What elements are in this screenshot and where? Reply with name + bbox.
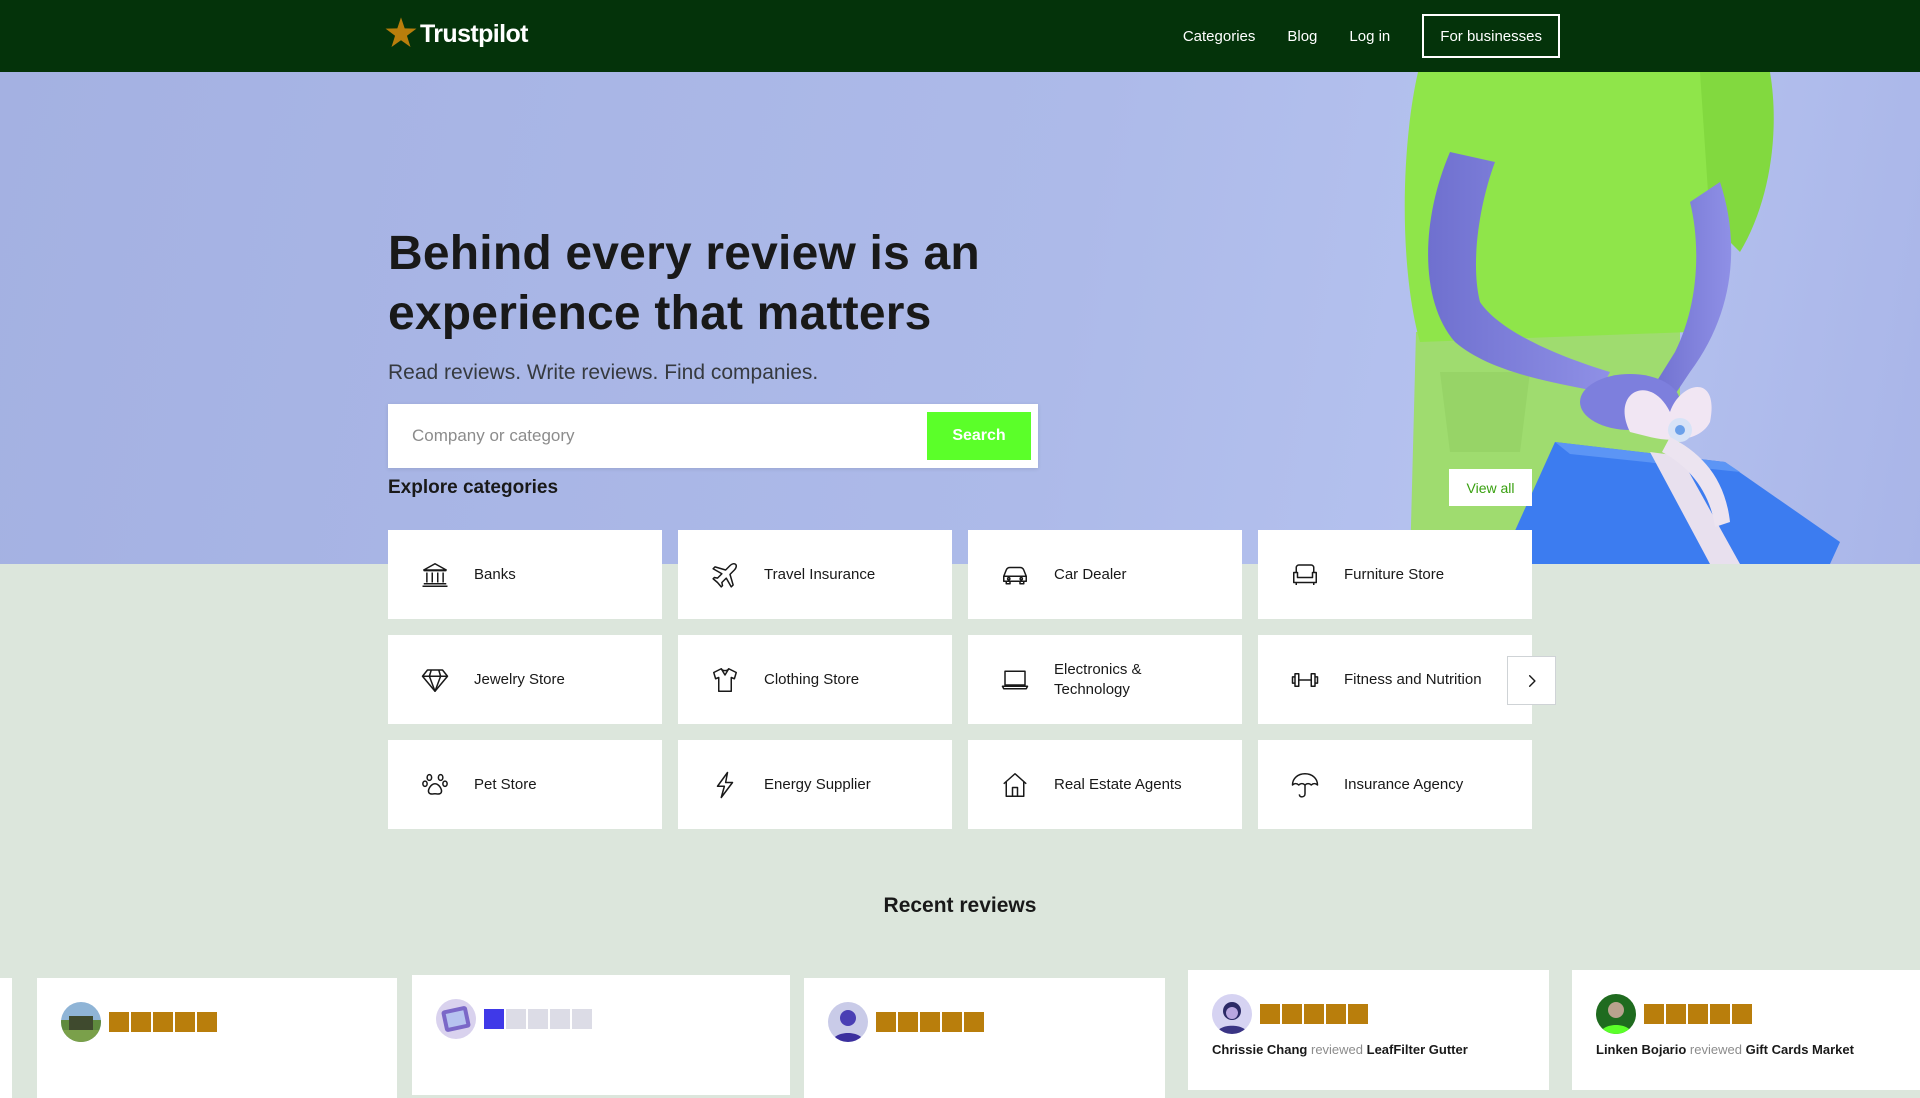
category-label: Fitness and Nutrition bbox=[1344, 670, 1482, 688]
for-businesses-button[interactable]: For businesses bbox=[1422, 14, 1560, 58]
reviewer-avatar bbox=[436, 999, 476, 1039]
category-label: Insurance Agency bbox=[1344, 775, 1464, 793]
airplane-icon bbox=[712, 562, 738, 588]
house-icon bbox=[1003, 772, 1027, 797]
category-card-fitness-nutrition[interactable]: Fitness and Nutrition bbox=[1258, 635, 1532, 724]
star-filled-icon bbox=[1326, 1004, 1346, 1024]
logo-text: Trustpilot bbox=[420, 20, 528, 48]
star-filled-icon bbox=[1732, 1004, 1752, 1024]
category-label: Pet Store bbox=[474, 775, 537, 793]
category-card-banks[interactable]: Banks bbox=[388, 530, 662, 619]
star-filled-icon bbox=[898, 1012, 918, 1032]
bank-icon bbox=[422, 562, 448, 587]
category-label: Real Estate Agents bbox=[1054, 775, 1182, 793]
view-all-categories-button[interactable]: View all bbox=[1449, 469, 1532, 506]
star-filled-icon bbox=[175, 1012, 195, 1032]
review-card[interactable]: Chrissie Chang reviewed LeafFilter Gutte… bbox=[1188, 970, 1549, 1090]
star-rating bbox=[1260, 1004, 1370, 1024]
category-label: Energy Supplier bbox=[764, 775, 871, 793]
star-filled-icon bbox=[197, 1012, 217, 1032]
star-rating bbox=[1644, 1004, 1754, 1024]
category-label: Banks bbox=[474, 565, 516, 583]
category-card-energy-supplier[interactable]: Energy Supplier bbox=[678, 740, 952, 829]
star-filled-icon bbox=[920, 1012, 940, 1032]
star-filled-icon bbox=[1260, 1004, 1280, 1024]
star-filled-icon bbox=[484, 1009, 504, 1029]
star-filled-icon bbox=[109, 1012, 129, 1032]
review-card[interactable] bbox=[804, 978, 1165, 1098]
top-nav: Trustpilot Categories Blog Log in For bu… bbox=[0, 0, 1920, 72]
lightning-icon bbox=[716, 771, 734, 798]
category-card-clothing-store[interactable]: Clothing Store bbox=[678, 635, 952, 724]
nav-link-categories[interactable]: Categories bbox=[1183, 28, 1256, 45]
hero-section: Behind every review is an experience tha… bbox=[0, 72, 1920, 564]
star-filled-icon bbox=[1688, 1004, 1708, 1024]
category-card-pet-store[interactable]: Pet Store bbox=[388, 740, 662, 829]
category-label: Jewelry Store bbox=[474, 670, 565, 688]
search-input[interactable] bbox=[388, 404, 928, 468]
chevron-right-icon bbox=[1528, 674, 1536, 687]
logo-star-icon bbox=[385, 17, 417, 48]
category-card-insurance-agency[interactable]: Insurance Agency bbox=[1258, 740, 1532, 829]
category-label: Furniture Store bbox=[1344, 565, 1445, 583]
diamond-icon bbox=[421, 668, 449, 692]
star-filled-icon bbox=[876, 1012, 896, 1032]
trustpilot-logo[interactable]: Trustpilot bbox=[384, 16, 528, 50]
categories-grid: Banks Travel Insurance Car Dealer Furnit… bbox=[388, 530, 1532, 829]
category-card-electronics-technology[interactable]: Electronics & Technology bbox=[968, 635, 1242, 724]
star-empty-icon bbox=[506, 1009, 526, 1029]
categories-next-button[interactable] bbox=[1507, 656, 1556, 705]
star-rating bbox=[876, 1012, 986, 1032]
review-card[interactable]: Linken Bojario reviewed Gift Cards Marke… bbox=[1572, 970, 1920, 1090]
review-card[interactable] bbox=[412, 975, 790, 1095]
laptop-icon bbox=[1001, 670, 1029, 689]
explore-categories-title: Explore categories bbox=[388, 477, 559, 498]
star-filled-icon bbox=[1666, 1004, 1686, 1024]
reviewer-avatar bbox=[828, 1002, 868, 1042]
category-label: Electronics & Technology bbox=[1054, 660, 1142, 698]
star-filled-icon bbox=[1710, 1004, 1730, 1024]
category-card-furniture-store[interactable]: Furniture Store bbox=[1258, 530, 1532, 619]
category-card-car-dealer[interactable]: Car Dealer bbox=[968, 530, 1242, 619]
star-empty-icon bbox=[550, 1009, 570, 1029]
star-filled-icon bbox=[1282, 1004, 1302, 1024]
paw-icon bbox=[422, 773, 448, 795]
nav-link-login[interactable]: Log in bbox=[1349, 28, 1390, 45]
star-filled-icon bbox=[1348, 1004, 1368, 1024]
category-label: Car Dealer bbox=[1054, 565, 1127, 583]
hero-title: Behind every review is an experience tha… bbox=[388, 227, 980, 340]
category-card-travel-insurance[interactable]: Travel Insurance bbox=[678, 530, 952, 619]
reviewer-avatar bbox=[1596, 994, 1636, 1034]
star-filled-icon bbox=[153, 1012, 173, 1032]
umbrella-icon bbox=[1291, 772, 1319, 798]
star-rating bbox=[484, 1009, 594, 1029]
star-empty-icon bbox=[572, 1009, 592, 1029]
star-filled-icon bbox=[131, 1012, 151, 1032]
nav-links: Categories Blog Log in For businesses bbox=[1183, 14, 1560, 58]
reviewer-avatar bbox=[1212, 994, 1252, 1034]
dumbbell-icon bbox=[1291, 672, 1319, 687]
car-icon bbox=[1003, 566, 1027, 584]
star-empty-icon bbox=[528, 1009, 548, 1029]
shirt-icon bbox=[713, 667, 737, 692]
star-filled-icon bbox=[1304, 1004, 1324, 1024]
star-rating bbox=[109, 1012, 219, 1032]
star-filled-icon bbox=[942, 1012, 962, 1032]
recent-reviews-title: Recent reviews bbox=[883, 894, 1037, 917]
search-button[interactable]: Search bbox=[927, 412, 1031, 460]
nav-link-blog[interactable]: Blog bbox=[1287, 28, 1317, 45]
review-card[interactable] bbox=[37, 978, 397, 1098]
star-filled-icon bbox=[1644, 1004, 1664, 1024]
category-label: Clothing Store bbox=[764, 670, 860, 688]
search-bar: Search bbox=[388, 404, 1038, 468]
category-card-real-estate-agents[interactable]: Real Estate Agents bbox=[968, 740, 1242, 829]
category-label: Travel Insurance bbox=[764, 565, 876, 583]
star-filled-icon bbox=[964, 1012, 984, 1032]
category-card-jewelry-store[interactable]: Jewelry Store bbox=[388, 635, 662, 724]
reviewer-avatar bbox=[61, 1002, 101, 1042]
hero-subtitle: Read reviews. Write reviews. Find compan… bbox=[388, 361, 819, 384]
review-card-partial-left[interactable] bbox=[0, 978, 12, 1098]
sofa-icon bbox=[1293, 563, 1317, 585]
